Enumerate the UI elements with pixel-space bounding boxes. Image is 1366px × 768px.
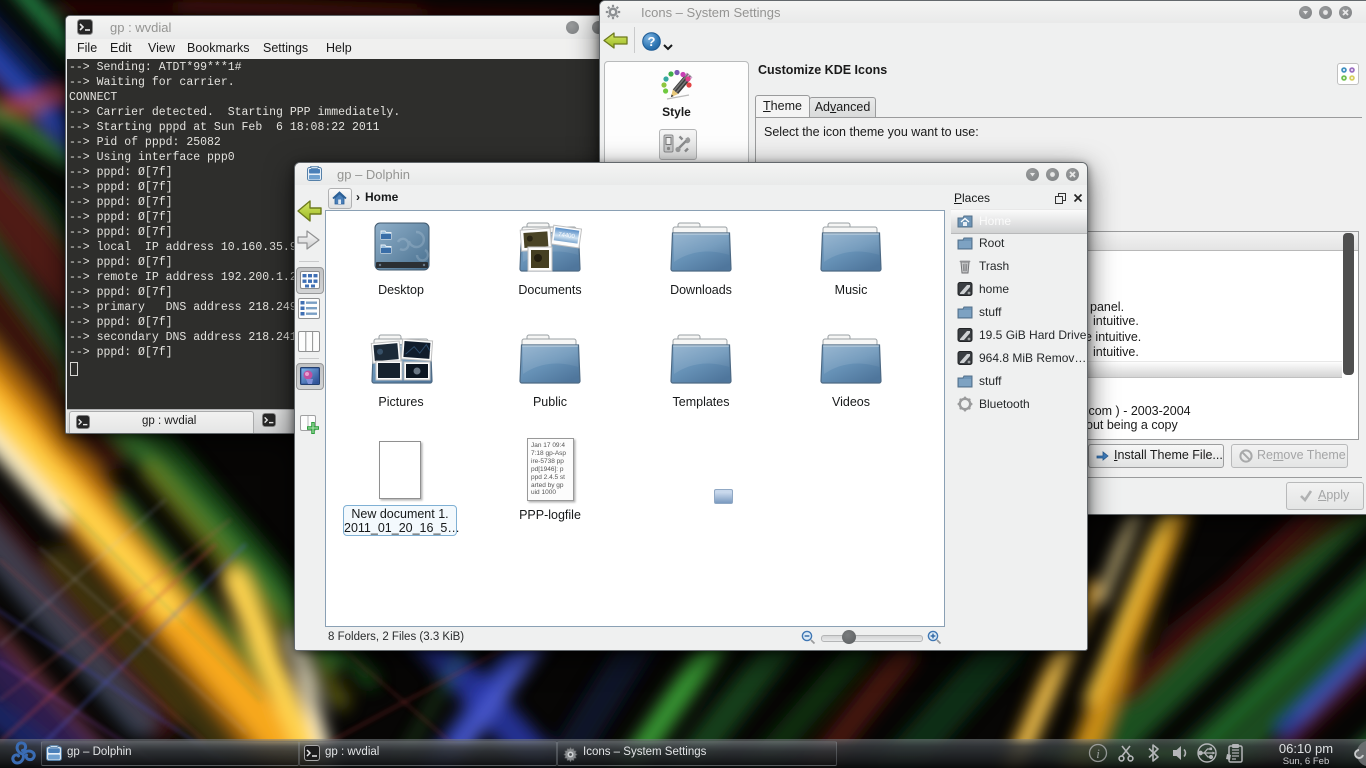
- svg-text:?: ?: [648, 34, 656, 49]
- svg-text:i: i: [1096, 746, 1100, 761]
